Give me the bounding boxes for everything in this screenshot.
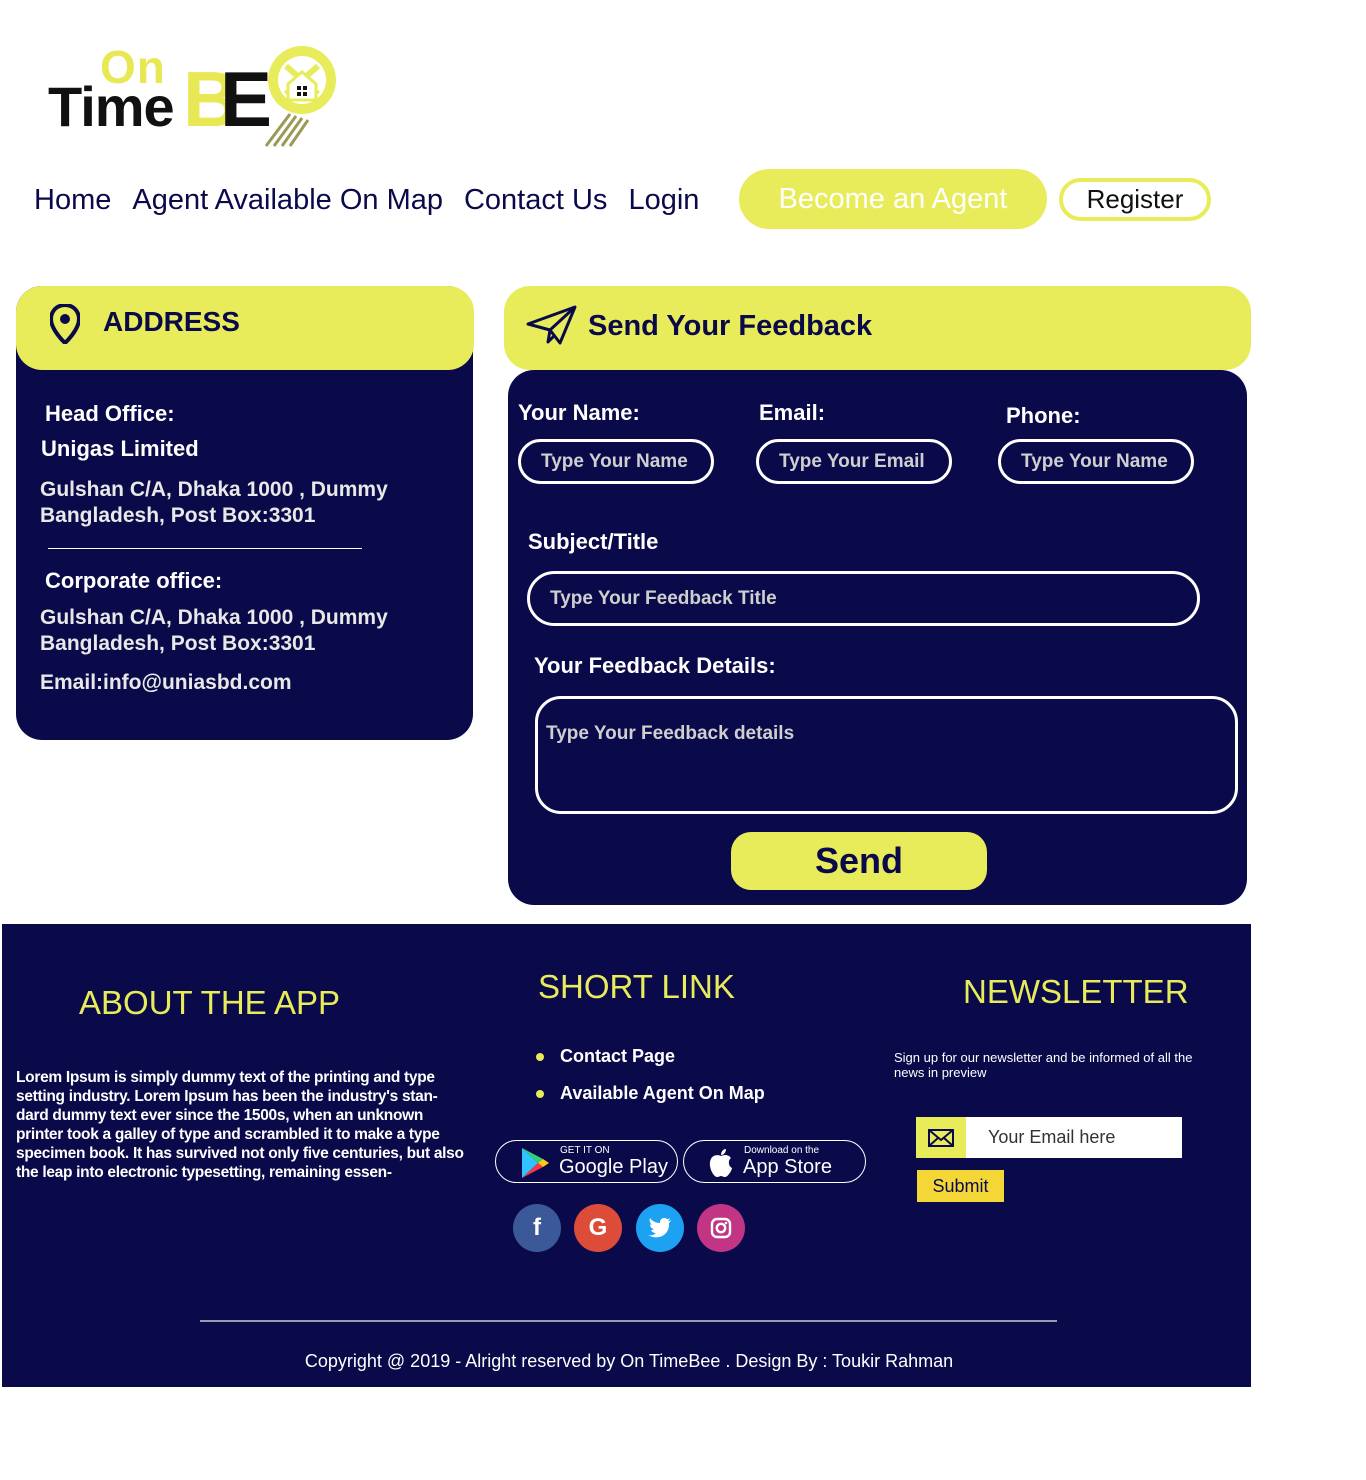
about-text: Lorem Ipsum is simply dummy text of the … [16,1069,464,1181]
head-office-line1: Gulshan C/A, Dhaka 1000 , Dummy [40,478,388,501]
main-nav: Home Agent Available On Map Contact Us L… [34,168,720,232]
google-play-icon [522,1148,549,1178]
newsletter-text: Sign up for our newsletter and be inform… [894,1050,1193,1080]
subject-input[interactable] [527,571,1200,626]
footer-divider [200,1320,1057,1322]
corporate-office-label: Corporate office: [45,568,223,593]
subject-label: Subject/Title [528,529,659,554]
logo[interactable]: On Time B E [48,40,348,152]
logo-time-text: Time [48,75,175,138]
newsletter-submit-button[interactable]: Submit [917,1170,1004,1202]
footer: ABOUT THE APP Lorem Ipsum is simply dumm… [2,924,1251,1387]
send-button[interactable]: Send [731,832,987,890]
details-label: Your Feedback Details: [534,653,776,678]
bullet [536,1090,544,1098]
paper-plane-icon [526,305,577,345]
head-office-line2: Bangladesh, Post Box:3301 [40,504,316,527]
app-store-big: App Store [743,1156,832,1178]
address-header: ADDRESS [16,286,474,370]
address-divider [48,548,362,549]
head-office-label: Head Office: [45,401,175,426]
nav-login[interactable]: Login [628,184,699,217]
email-label: Email: [759,400,826,425]
link-contact-page[interactable]: Contact Page [536,1046,765,1067]
copyright: Copyright @ 2019 - Alright reserved by O… [304,1351,954,1371]
about-title: ABOUT THE APP [79,984,341,1021]
corporate-line2: Bangladesh, Post Box:3301 [40,632,316,655]
location-pin-icon [50,304,80,344]
feedback-form: Your Name: Email: Phone: Subject/Title Y… [508,370,1247,905]
nav-contact-us[interactable]: Contact Us [464,184,607,217]
link-agent-map[interactable]: Available Agent On Map [536,1083,765,1104]
bullet [536,1053,544,1061]
address-card: ADDRESS Head Office: Unigas Limited Guls… [16,286,474,740]
nav-agent-map[interactable]: Agent Available On Map [132,184,443,217]
apple-icon [709,1149,732,1177]
google-play-small: GET IT ON [560,1145,610,1156]
twitter-icon[interactable] [636,1204,684,1252]
short-link-title: SHORT LINK [538,968,735,1005]
twitter-bird-icon [648,1218,671,1238]
nav-home[interactable]: Home [34,184,111,217]
details-textarea[interactable] [535,696,1238,814]
google-icon[interactable]: G [574,1204,622,1252]
instagram-camera-icon [710,1217,732,1239]
newsletter-title: NEWSLETTER [963,973,1189,1010]
short-links: Contact Page Available Agent On Map [536,1046,765,1120]
feedback-title: Send Your Feedback [588,310,873,342]
name-label: Your Name: [518,400,640,425]
phone-input[interactable] [998,439,1194,484]
email-input[interactable] [756,439,952,484]
envelope-icon [916,1117,966,1158]
corporate-line1: Gulshan C/A, Dhaka 1000 , Dummy [40,606,388,629]
feedback-header: Send Your Feedback [504,286,1251,370]
app-store-badge[interactable]: Download on the App Store [683,1140,866,1183]
register-button[interactable]: Register [1059,178,1211,221]
address-title: ADDRESS [103,306,240,337]
app-store-small: Download on the [744,1145,820,1156]
newsletter-email-box [916,1117,1182,1158]
name-input[interactable] [518,439,714,484]
company-name: Unigas Limited [41,436,199,461]
google-play-badge[interactable]: GET IT ON Google Play [495,1140,678,1183]
google-play-big: Google Play [559,1156,668,1178]
facebook-icon[interactable]: f [513,1204,561,1252]
bee-map-pin-icon [264,46,336,147]
become-agent-button[interactable]: Become an Agent [739,169,1047,229]
newsletter-email-input[interactable] [974,1117,1178,1158]
phone-label: Phone: [1006,403,1081,428]
instagram-icon[interactable] [697,1204,745,1252]
contact-email: Email:info@uniasbd.com [40,671,292,694]
